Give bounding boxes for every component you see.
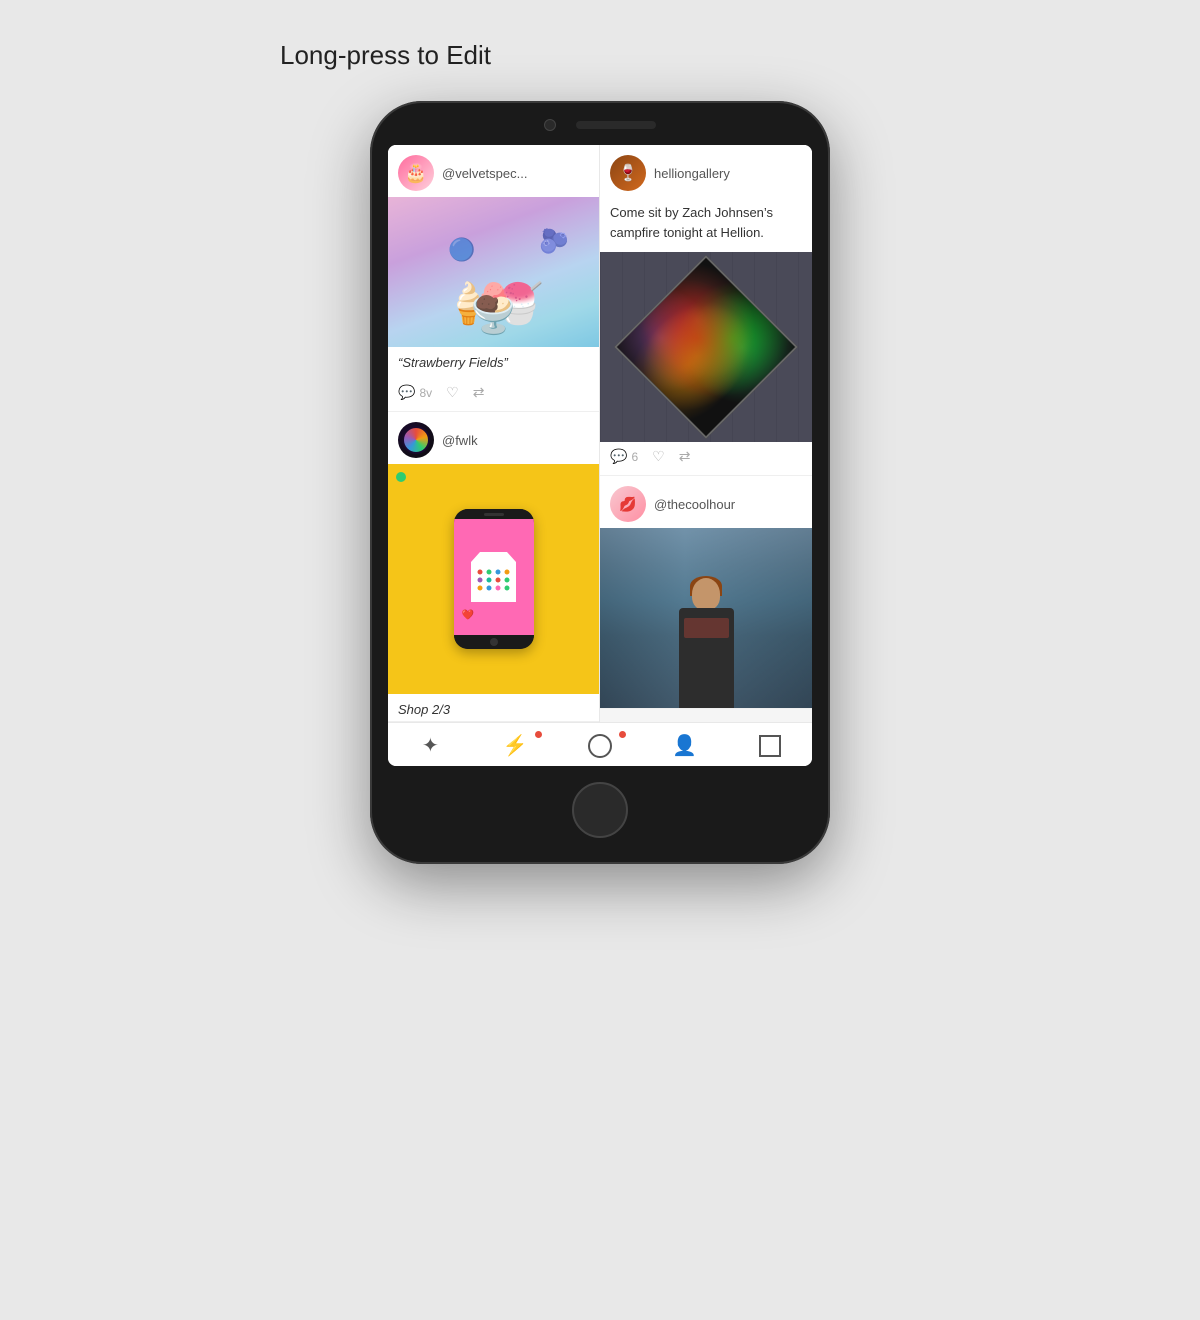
avatar-hellion: 🍷 — [610, 155, 646, 191]
post-coolhour: 💋 @thecoolhour — [600, 476, 812, 709]
home-button[interactable] — [572, 782, 628, 838]
repost-action-hellion[interactable]: ⇄ — [679, 448, 691, 465]
mini-phone-screen: ❤️ — [454, 519, 534, 635]
bolt-icon: ⚡ — [503, 733, 528, 758]
repost-icon: ⇄ — [473, 384, 485, 401]
dot-5 — [477, 577, 482, 582]
green-dot-decoration — [396, 472, 406, 482]
bottom-nav: ✦ ⚡ 👤 — [388, 722, 812, 766]
shop-label: Shop 2/3 — [388, 694, 599, 721]
username-fwlk: @fwlk — [442, 433, 478, 448]
square-icon — [759, 735, 781, 757]
image-street[interactable] — [600, 528, 812, 708]
phone-bottom-bar — [388, 782, 812, 838]
like-action-hellion[interactable]: ♡ — [652, 448, 665, 465]
phone-shell: 🎂 @velvetspec... 🍨 🫐 “Strawberry Fields”… — [370, 101, 830, 864]
ice-cream-emoji: 🍨 — [464, 280, 524, 337]
post-notification-dot — [619, 731, 626, 738]
app-feed: 🎂 @velvetspec... 🍨 🫐 “Strawberry Fields”… — [388, 145, 812, 722]
dot-10 — [486, 585, 491, 590]
mini-shirt-dots — [477, 569, 510, 590]
phone-top-bar — [388, 119, 812, 131]
mini-phone-top — [454, 509, 534, 519]
circle-icon — [588, 734, 612, 758]
dot-2 — [486, 569, 491, 574]
phone-speaker — [576, 121, 656, 129]
dot-4 — [504, 569, 509, 574]
art-diamond — [614, 255, 798, 439]
comment-action-hellion[interactable]: 💬 6 — [610, 448, 638, 465]
nav-collections[interactable] — [727, 733, 812, 758]
sparkle-icon: ✦ — [422, 733, 439, 758]
repost-action[interactable]: ⇄ — [473, 384, 485, 401]
dot-3 — [495, 569, 500, 574]
repost-icon-hellion: ⇄ — [679, 448, 691, 465]
comment-count: 8v — [419, 386, 432, 400]
nav-discover[interactable]: ✦ — [388, 733, 473, 758]
activity-notification-dot — [535, 731, 542, 738]
comment-icon-hellion: 💬 — [610, 448, 627, 465]
image-yellow-phone[interactable]: ❤️ — [388, 464, 599, 694]
avatar-velvetspec: 🎂 — [398, 155, 434, 191]
user-icon: 👤 — [672, 733, 697, 758]
username-hellion: helliongallery — [654, 166, 730, 181]
nav-post[interactable] — [558, 733, 643, 758]
avatar-coolhour: 💋 — [610, 486, 646, 522]
left-column: 🎂 @velvetspec... 🍨 🫐 “Strawberry Fields”… — [388, 145, 600, 722]
dot-7 — [495, 577, 500, 582]
dot-1 — [477, 569, 482, 574]
comment-action[interactable]: 💬 8v — [398, 384, 432, 401]
page-title: Long-press to Edit — [280, 40, 491, 71]
dot-8 — [504, 577, 509, 582]
heart-decoration: ❤️ — [462, 610, 474, 621]
heart-icon-hellion: ♡ — [652, 448, 665, 465]
right-column: 🍷 helliongallery Come sit by Zach Johnse… — [600, 145, 812, 722]
figure-coat — [679, 608, 734, 708]
post-fwlk: @fwlk — [388, 412, 599, 722]
mini-phone: ❤️ — [454, 509, 534, 649]
street-figure — [679, 578, 734, 708]
blueberry-emoji: 🫐 — [539, 227, 569, 256]
post-velvetspec-header: 🎂 @velvetspec... — [388, 145, 599, 197]
coat-badge — [684, 618, 729, 638]
post-hellion-header: 🍷 helliongallery — [600, 145, 812, 197]
mini-home-button — [490, 638, 498, 646]
username-coolhour: @thecoolhour — [654, 497, 735, 512]
art-colors — [617, 258, 795, 436]
art-diamond-container — [641, 282, 771, 412]
phone-camera — [544, 119, 556, 131]
like-action[interactable]: ♡ — [446, 384, 459, 401]
figure-head — [692, 578, 720, 610]
image-art[interactable] — [600, 252, 812, 442]
mini-shirt — [471, 552, 516, 602]
post-coolhour-header: 💋 @thecoolhour — [600, 476, 812, 528]
post-text-hellion: Come sit by Zach Johnsen’s campfire toni… — [600, 197, 812, 252]
post-actions-velvetspec: 💬 8v ♡ ⇄ — [388, 378, 599, 411]
avatar-fwlk — [398, 422, 434, 458]
comment-count-hellion: 6 — [631, 450, 638, 464]
heart-icon: ♡ — [446, 384, 459, 401]
comment-icon: 💬 — [398, 384, 415, 401]
dot-12 — [504, 585, 509, 590]
dot-6 — [486, 577, 491, 582]
post-fwlk-header: @fwlk — [388, 412, 599, 464]
username-velvetspec: @velvetspec... — [442, 166, 527, 181]
dot-9 — [477, 585, 482, 590]
nav-profile[interactable]: 👤 — [642, 733, 727, 758]
mini-phone-bottom — [454, 635, 534, 649]
image-strawberry-fields[interactable]: 🍨 🫐 — [388, 197, 599, 347]
post-velvetspec: 🎂 @velvetspec... 🍨 🫐 “Strawberry Fields”… — [388, 145, 599, 412]
phone-screen: 🎂 @velvetspec... 🍨 🫐 “Strawberry Fields”… — [388, 145, 812, 766]
dot-11 — [495, 585, 500, 590]
post-helliongallery: 🍷 helliongallery Come sit by Zach Johnse… — [600, 145, 812, 476]
nav-activity[interactable]: ⚡ — [473, 733, 558, 758]
post-title-strawberry: “Strawberry Fields” — [388, 347, 599, 378]
post-actions-hellion: 💬 6 ♡ ⇄ — [600, 442, 812, 475]
